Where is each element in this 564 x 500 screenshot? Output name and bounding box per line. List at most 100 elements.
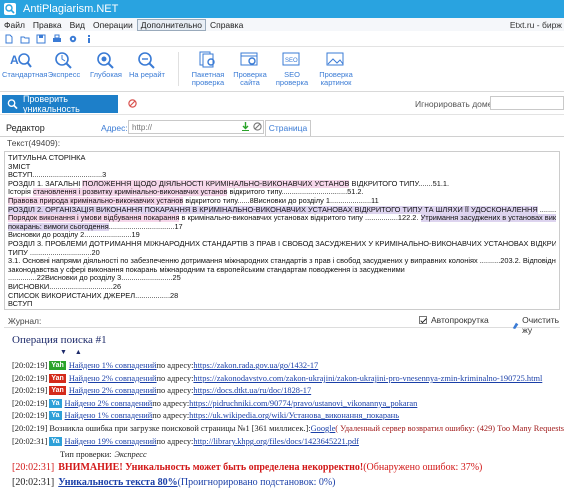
uniqueness-result-link[interactable]: Уникальность текста 80% (58, 477, 177, 488)
journal-label: Журнал: (8, 316, 42, 326)
log-entry: [20:02:31] Ya Найдено 19% совпадений по ад… (12, 436, 359, 447)
image-check-button[interactable]: Проверка картинок (316, 50, 356, 87)
menu-operations[interactable]: Операции (89, 20, 137, 30)
match-link[interactable]: Найдено 2% совпадений (65, 399, 153, 408)
menu-edit[interactable]: Правка (29, 20, 66, 30)
site-check-button[interactable]: Проверка сайта (232, 50, 268, 87)
settings-icon[interactable] (68, 34, 78, 44)
seo-check-button[interactable]: SEO SEO проверка (274, 50, 310, 87)
text-fragment: 3.1. Основні напрями діяльності по забез… (8, 257, 556, 266)
ribbon-label: Стандартная (2, 70, 48, 79)
search-engine-badge: Ya (49, 437, 62, 446)
text-line: ВСТУП..................................3 (8, 171, 556, 180)
check-express-button[interactable]: Экспресс (46, 50, 82, 79)
log-timestamp: [20:02:19] (12, 411, 48, 420)
log-entry: [20:02:19] Yah Найдено 1% совпадений по ад… (12, 360, 318, 371)
tab-page[interactable]: Страница (265, 120, 311, 136)
text-fragment: ВІДКРИТОГО ТИПУ.......51.1. (349, 179, 450, 188)
save-icon[interactable] (36, 34, 46, 44)
source-url-link[interactable]: https://docs.dtkt.ua/ru/doc/1828-17 (193, 386, 311, 395)
sort-arrows-icon[interactable]: ▼▲ (60, 348, 90, 356)
log-entry: [20:02:19] Ya Найдено 2% совпадений по адр… (12, 398, 417, 409)
source-url-link[interactable]: https://zakon.rada.gov.ua/go/1432-17 (193, 361, 318, 370)
autoscroll-toggle[interactable]: Автопрокрутка (419, 315, 489, 325)
editor-tab-label[interactable]: Редактор (6, 123, 45, 133)
log-timestamp: [20:02:31] (12, 477, 55, 488)
text-line: СПИСОК ВИКОРИСТАНИХ ДЖЕРЕЛ..............… (8, 292, 556, 301)
ignore-domains-input[interactable] (490, 96, 564, 110)
text-fragment: Історія (8, 188, 33, 197)
text-line: ВСТУП (8, 300, 556, 309)
source-url-link[interactable]: https://zakonodavstvo.com/zakon-ukrajini… (193, 374, 542, 383)
highlighted-fragment: Утримання засуджених в установах виконан… (420, 214, 556, 223)
source-url-link[interactable]: Google (311, 424, 336, 433)
log-entry: [20:02:19] Yan Найдено 2% совпадений по ад… (12, 373, 542, 384)
ribbon-label: Пакетная проверка (191, 70, 225, 87)
menu-help[interactable]: Справка (206, 20, 247, 30)
new-file-icon[interactable] (4, 34, 14, 44)
match-link[interactable]: Найдено 1% совпадений (69, 361, 157, 370)
log-entry: [20:02:19] Ya Найдено 1% совпадений по адр… (12, 410, 399, 421)
check-deep-button[interactable]: Глубокая (88, 50, 124, 79)
text-line: ..............22Висновки до розділу 3...… (8, 274, 556, 283)
text-fragment: в кримінально-виконавчих установах відкр… (179, 214, 421, 223)
text-fragment: ВСТУП..................................3 (8, 171, 107, 180)
magnifier-icon (7, 99, 18, 110)
print-icon[interactable] (52, 34, 62, 44)
etxt-link[interactable]: Etxt.ru - бирж (510, 20, 564, 30)
log-text: Возникла ошибка при загрузке поисковой с… (49, 424, 311, 433)
batch-check-button[interactable]: Пакетная проверка (188, 50, 228, 87)
log-text: по адресу: (152, 411, 190, 420)
check-uniqueness-button[interactable]: Проверить уникальность (2, 94, 118, 114)
clear-address-icon[interactable] (253, 122, 262, 131)
match-link[interactable]: Найдено 1% совпадений (65, 411, 153, 420)
source-url-link[interactable]: http://library.khpg.org/files/docs/14236… (193, 437, 359, 446)
warning-detail: (Обнаружено ошибок: 37%) (363, 462, 483, 473)
download-icon[interactable] (241, 122, 250, 131)
check-rewrite-button[interactable]: На рерайт (128, 50, 166, 79)
menu-additional[interactable]: Дополнительно (136, 18, 206, 31)
text-line: Правова природа кримінально-виконавчих у… (8, 196, 556, 206)
text-line: ТИПУ ..............................20 (8, 249, 556, 258)
check-type-value: Экспресс (114, 450, 147, 459)
source-url-link[interactable]: https://uk.wikipedia.org/wiki/Установа_в… (189, 411, 399, 420)
highlighted-fragment: покарань: вимоги сьогодення (8, 222, 109, 231)
source-url-link[interactable]: https://pidruchniki.com/90774/pravo/usta… (189, 399, 417, 408)
address-label: Адрес: (101, 123, 128, 133)
match-link[interactable]: Найдено 2% совпадений (69, 374, 157, 383)
text-line: ТИТУЛЬНА СТОРІНКА (8, 154, 556, 163)
image-check-icon (326, 52, 344, 66)
text-editor[interactable]: ТИТУЛЬНА СТОРІНКА ЗМІСТ ВСТУП.............… (4, 151, 560, 310)
text-line: 3.1. Основні напрями діяльності по забез… (8, 257, 556, 266)
error-detail: ( Удаленный сервер возвратил ошибку: (42… (335, 424, 564, 433)
menu-view[interactable]: Вид (66, 20, 89, 30)
stop-icon[interactable] (128, 99, 137, 108)
autoscroll-checkbox[interactable] (419, 316, 427, 324)
log-entry: [20:02:19] Yan Найдено 2% совпадений по ад… (12, 385, 311, 396)
match-link[interactable]: Найдено 19% совпадений (65, 437, 157, 446)
text-fragment: ................................17 (108, 222, 183, 231)
log-text: по адресу: (156, 361, 194, 370)
log-timestamp: [20:02:31] (12, 437, 48, 446)
log-timestamp: [20:02:31] (12, 462, 55, 473)
check-standard-button[interactable]: A Стандартная (2, 50, 47, 79)
info-icon[interactable] (84, 34, 94, 44)
search-engine-badge: Yan (49, 374, 66, 383)
text-fragment: відкритого типу......8Висновки до розділ… (183, 196, 379, 205)
open-folder-icon[interactable] (20, 34, 30, 44)
highlighted-fragment: РОЗДІЛ 2. ОРГАНІЗАЦІЯ ВИКОНАННЯ ПОКАРАНН… (8, 205, 538, 214)
search-engine-badge: Ya (49, 399, 62, 408)
log-entry: [20:02:19] Возникла ошибка при загрузке п… (12, 423, 564, 434)
log-text: по адресу: (152, 399, 190, 408)
text-line: Висновки до розділу 2...................… (8, 231, 556, 240)
operation-title: Операция поиска #1 (12, 334, 107, 346)
text-line: законодавства у сфері виконання покарань… (8, 266, 556, 275)
batch-check-icon (199, 51, 215, 68)
text-line: РОЗДІЛ 1. ЗАГАЛЬНІ ПОЛОЖЕННЯ ЩОДО ДІЯЛЬН… (8, 179, 556, 189)
log-timestamp: [20:02:19] (12, 424, 48, 433)
text-line: ВИСНОВКИ...............................2… (8, 283, 556, 292)
match-link[interactable]: Найдено 2% совпадений (69, 386, 157, 395)
text-fragment: Висновки до розділу 2...................… (8, 231, 140, 240)
menu-file[interactable]: Файл (0, 20, 29, 30)
svg-text:A: A (10, 53, 19, 67)
